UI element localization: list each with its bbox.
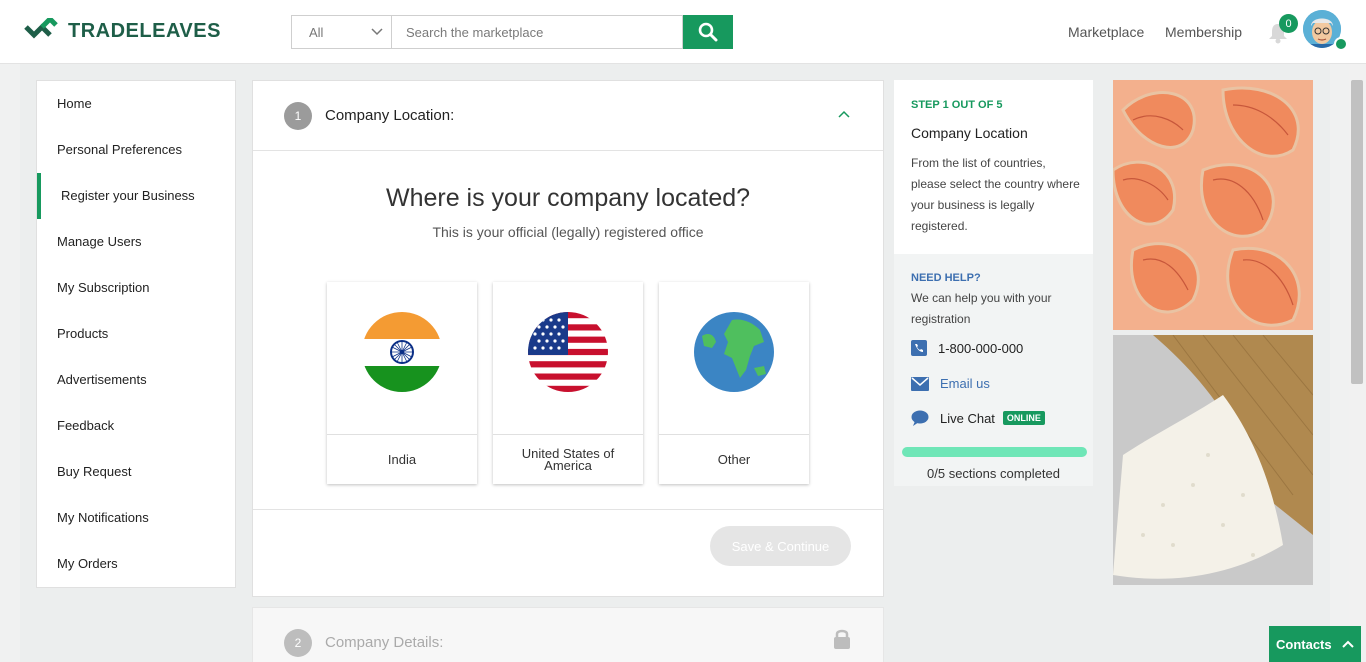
sidebar-item-feedback[interactable]: Feedback [57,418,114,433]
save-continue-button[interactable]: Save & Continue [710,526,851,566]
country-option-usa[interactable]: United States of America [493,282,643,484]
sidebar-item-products[interactable]: Products [57,326,108,341]
nav-marketplace[interactable]: Marketplace [1068,24,1144,40]
search-button[interactable] [683,15,733,49]
company-location-card: 1 Company Location: Where is your compan… [252,80,884,597]
location-question: Where is your company located? [385,184,751,212]
progress-text: 0/5 sections completed [927,466,1060,481]
brand-logo[interactable]: TRADELEAVES [24,18,221,44]
sidebar-item-manage-users[interactable]: Manage Users [57,234,142,249]
step-info-top: STEP 1 OUT OF 5 Company Location From th… [894,80,1093,254]
search-bar: All [291,15,733,49]
step-number-badge: 2 [284,629,312,657]
country-option-other[interactable]: Other [659,282,809,484]
search-icon [698,22,718,42]
search-category-value: All [309,24,324,40]
chevron-up-icon [1341,640,1354,648]
phone-number: 1-800-000-000 [938,340,1024,356]
email-row[interactable]: Email us [911,376,990,391]
envelope-icon [911,376,929,391]
country-label-other: Other [659,434,809,484]
chat-bubble-icon [911,410,929,426]
sidebar-item-advertisements[interactable]: Advertisements [57,372,147,387]
usa-flag-icon [528,312,608,392]
top-header: TRADELEAVES All Marketplace Membership 0 [0,0,1366,64]
divider [253,150,883,151]
sidebar-item-my-orders[interactable]: My Orders [57,556,118,571]
step-counter: STEP 1 OUT OF 5 [911,99,1003,111]
contacts-label: Contacts [1276,636,1332,652]
online-status-icon [1334,37,1348,51]
need-help-label: NEED HELP? [911,272,981,284]
help-text: We can help you with your registration [911,291,1052,326]
contacts-button[interactable]: Contacts [1269,626,1361,662]
scrollbar-thumb[interactable] [1351,80,1363,384]
nav-membership[interactable]: Membership [1165,24,1242,40]
active-indicator [37,173,41,219]
sidebar-item-home[interactable]: Home [57,96,92,111]
notification-count-badge: 0 [1279,14,1298,33]
sidebar-item-buy-request[interactable]: Buy Request [57,464,131,479]
phone-icon [911,340,927,356]
leaf-logo-icon [24,18,58,39]
live-chat-label: Live Chat [940,410,995,426]
section-title: Company Location: [325,107,455,124]
country-label-india: India [327,434,477,484]
online-badge: ONLINE [1002,411,1045,425]
sidebar-item-personal-preferences[interactable]: Personal Preferences [57,142,182,157]
chevron-up-icon[interactable] [838,110,850,118]
phone-row[interactable]: 1-800-000-000 [911,340,1023,356]
brand-name: TRADELEAVES [68,19,221,42]
india-flag-icon [362,312,442,392]
sidebar: Home Personal Preferences Register your … [36,80,236,588]
section-title: Company Details: [325,634,444,651]
info-description: From the list of countries, please selec… [911,156,1080,233]
step-info-panel: STEP 1 OUT OF 5 Company Location From th… [894,80,1093,486]
sidebar-item-my-subscription[interactable]: My Subscription [57,280,149,295]
globe-icon [694,312,774,392]
email-link: Email us [940,376,990,391]
search-category-select[interactable]: All [291,15,391,49]
sidebar-item-register-business[interactable]: Register your Business [61,188,195,203]
live-chat-row[interactable]: Live Chat ONLINE [911,410,1045,426]
step-number-badge: 1 [284,102,312,130]
sidebar-item-my-notifications[interactable]: My Notifications [57,510,149,525]
info-title: Company Location [911,125,1028,141]
company-details-card[interactable]: 2 Company Details: [252,607,884,662]
search-input[interactable] [391,15,683,49]
rice-ad-image[interactable] [1113,335,1313,585]
divider [253,509,883,510]
lock-icon [834,629,850,649]
location-subtitle: This is your official (legally) register… [432,224,704,240]
chevron-down-icon [371,28,383,36]
shrimp-ad-image[interactable] [1113,80,1313,330]
progress-bar [902,447,1087,457]
country-option-india[interactable]: India [327,282,477,484]
country-label-usa: United States of America [493,434,643,484]
